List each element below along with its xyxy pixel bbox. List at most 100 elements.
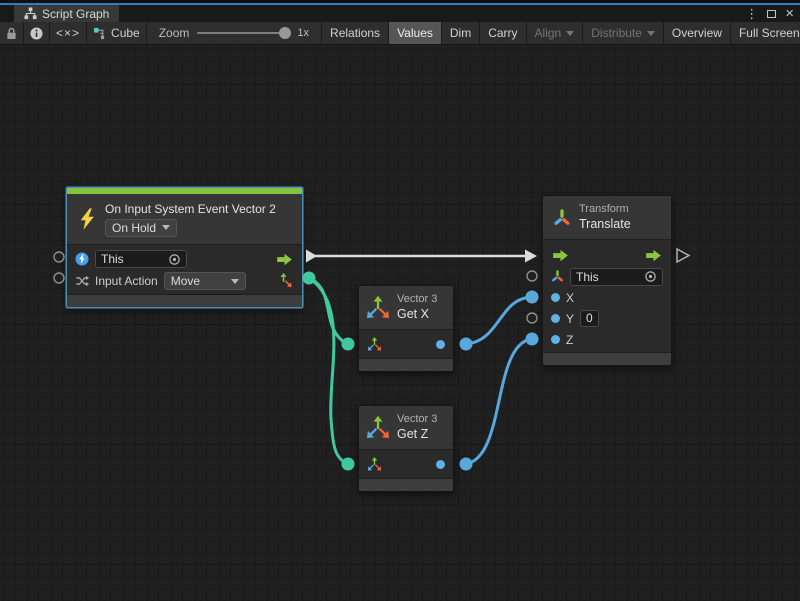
window-close-icon[interactable]: × xyxy=(785,6,794,21)
translate-flow-row xyxy=(543,245,671,266)
tab-title: Script Graph xyxy=(42,7,109,21)
translate-x-wire-port[interactable] xyxy=(526,291,539,304)
get-x-header[interactable]: Vector 3 Get X xyxy=(359,286,453,330)
flow-output-arrow-icon[interactable] xyxy=(275,253,294,266)
event-this-value: This xyxy=(101,252,124,266)
event-mode-dropdown[interactable]: On Hold xyxy=(105,219,177,237)
flow-input-arrow-icon[interactable] xyxy=(551,249,570,262)
z-input-port[interactable] xyxy=(551,335,560,344)
window-maximize-icon[interactable] xyxy=(767,7,776,20)
x-port-label: X xyxy=(566,291,574,305)
translate-this-row: This xyxy=(543,266,671,287)
lightning-bolt-icon xyxy=(77,207,97,231)
event-node-title: On Input System Event Vector 2 xyxy=(105,202,276,216)
zoom-slider[interactable] xyxy=(197,32,289,34)
toolbar-button-align[interactable]: Align xyxy=(527,22,584,44)
get-x-output-port[interactable] xyxy=(436,340,445,349)
node-vector3-get-x[interactable]: Vector 3 Get X xyxy=(358,285,454,372)
event-vector2-output-port[interactable] xyxy=(303,272,316,285)
get-z-footer xyxy=(359,478,453,491)
toolbar-button-fullscreen[interactable]: Full Screen xyxy=(731,22,800,44)
info-icon xyxy=(30,27,43,40)
get-x-category: Vector 3 xyxy=(397,293,437,307)
fullscreen-label: Full Screen xyxy=(739,26,800,40)
vector3-input-icon[interactable] xyxy=(367,457,382,472)
vector2-output-icon[interactable] xyxy=(278,273,294,289)
toolbar-button-relations[interactable]: Relations xyxy=(322,22,389,44)
graph-canvas[interactable]: On Input System Event Vector 2 On Hold xyxy=(0,45,800,601)
transform-icon xyxy=(553,209,571,227)
lock-button[interactable] xyxy=(0,22,24,44)
node-vector3-get-z[interactable]: Vector 3 Get Z xyxy=(358,405,454,492)
translate-body: This X Y 0 xyxy=(543,240,671,352)
graph-breadcrumb[interactable]: Cube xyxy=(87,22,147,44)
toolbar-button-distribute[interactable]: Distribute xyxy=(583,22,664,44)
event-this-field[interactable]: This xyxy=(95,250,187,268)
carry-label: Carry xyxy=(488,26,517,40)
translate-y-row: Y 0 xyxy=(543,308,671,329)
window-menu-icon[interactable]: ⋮ xyxy=(745,7,758,20)
input-action-icon xyxy=(75,274,89,288)
tab-bar: Script Graph ⋮ × xyxy=(0,5,800,22)
flow-wire-end-arrow xyxy=(525,250,537,263)
translate-z-row: Z xyxy=(543,329,671,350)
get-z-header[interactable]: Vector 3 Get Z xyxy=(359,406,453,450)
translate-flow-out-port[interactable] xyxy=(677,249,689,262)
script-graph-window: Script Graph ⋮ × xyxy=(0,0,800,601)
overview-label: Overview xyxy=(672,26,722,40)
flow-output-arrow-icon[interactable] xyxy=(644,249,663,262)
translate-y-port[interactable] xyxy=(527,313,537,323)
graph-toolbar: <×> Cube Zoom 1x Relations Values xyxy=(0,22,800,45)
wire-get-z-to-z[interactable] xyxy=(466,339,531,464)
toolbar-button-dim[interactable]: Dim xyxy=(442,22,480,44)
get-z-category: Vector 3 xyxy=(397,413,437,427)
event-node-header[interactable]: On Input System Event Vector 2 On Hold xyxy=(67,194,302,244)
wire-get-x-to-x[interactable] xyxy=(466,297,531,344)
zoom-slider-handle[interactable] xyxy=(279,27,291,39)
y-input-port[interactable] xyxy=(551,314,560,323)
translate-footer xyxy=(543,352,671,365)
translate-this-field[interactable]: This xyxy=(570,268,663,286)
code-toggle-label: <×> xyxy=(56,26,80,40)
toolbar-button-carry[interactable]: Carry xyxy=(480,22,526,44)
translate-header[interactable]: Transform Translate xyxy=(543,196,671,240)
event-action-port[interactable] xyxy=(54,273,64,283)
target-icon[interactable] xyxy=(168,253,181,266)
x-input-port[interactable] xyxy=(551,293,560,302)
wire-event-to-get-x[interactable] xyxy=(309,278,347,344)
input-system-icon xyxy=(75,252,89,266)
toolbar-button-values[interactable]: Values xyxy=(389,22,442,44)
get-z-input-port[interactable] xyxy=(342,458,355,471)
toolbar-button-overview[interactable]: Overview xyxy=(664,22,731,44)
align-label: Align xyxy=(535,26,562,40)
values-label: Values xyxy=(397,26,433,40)
translate-title: Translate xyxy=(579,217,631,233)
node-on-input-system-event[interactable]: On Input System Event Vector 2 On Hold xyxy=(66,187,303,308)
info-button[interactable] xyxy=(24,22,50,44)
target-icon[interactable] xyxy=(644,270,657,283)
chevron-down-icon xyxy=(231,279,239,284)
get-x-output-wire-port[interactable] xyxy=(460,338,473,351)
zoom-value: 1x xyxy=(297,27,309,39)
transform-mini-icon xyxy=(551,270,564,283)
node-transform-translate[interactable]: Transform Translate xyxy=(542,195,672,366)
chevron-down-icon xyxy=(647,31,655,36)
code-preview-button[interactable]: <×> xyxy=(50,22,87,44)
event-this-port[interactable] xyxy=(54,252,64,262)
y-value-field[interactable]: 0 xyxy=(580,310,599,327)
input-action-dropdown[interactable]: Move xyxy=(164,272,246,290)
vector3-input-icon[interactable] xyxy=(367,337,382,352)
get-z-output-port[interactable] xyxy=(436,460,445,469)
graph-asset-icon xyxy=(93,27,106,40)
translate-this-port[interactable] xyxy=(527,271,537,281)
window-controls: ⋮ × xyxy=(745,5,794,22)
translate-z-wire-port[interactable] xyxy=(526,333,539,346)
get-x-input-port[interactable] xyxy=(342,338,355,351)
event-mode-value: On Hold xyxy=(112,221,156,235)
translate-x-row: X xyxy=(543,287,671,308)
get-z-output-wire-port[interactable] xyxy=(460,458,473,471)
input-action-label: Input Action xyxy=(95,274,158,288)
tab-script-graph[interactable]: Script Graph xyxy=(14,5,119,22)
wire-event-to-get-z[interactable] xyxy=(309,278,347,464)
chevron-down-icon xyxy=(162,225,170,230)
